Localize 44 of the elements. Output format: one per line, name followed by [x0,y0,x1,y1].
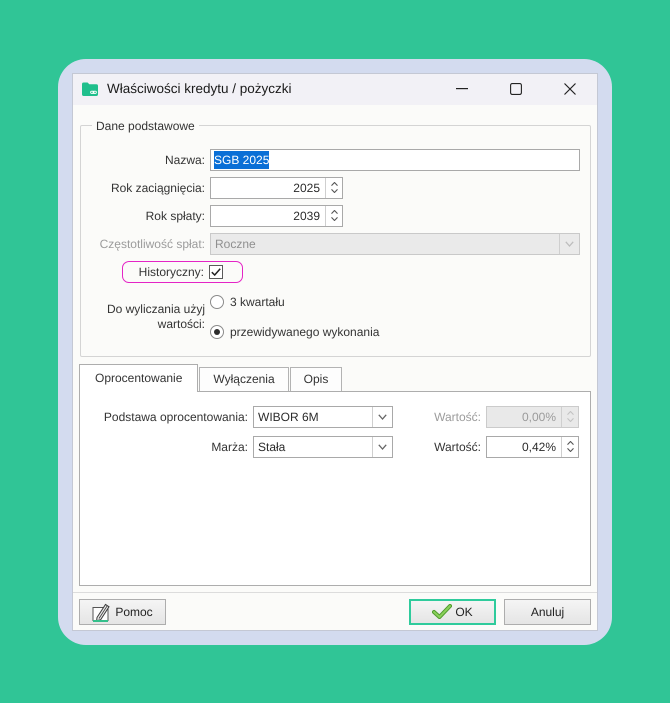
spin-field[interactable]: 2025 [210,176,343,199]
chevron-down-icon[interactable] [330,189,338,194]
ok-button[interactable]: OK [409,598,496,624]
field-label: Podstawa oprocentowania: [102,408,248,426]
cancel-button[interactable]: Anuluj [504,598,591,624]
field-label: Do wyliczania użyj wartości: [106,302,206,332]
tab[interactable]: Oprocentowanie [79,364,198,392]
group-title: Dane podstawowe [95,118,196,133]
field-label: Historyczny: [138,264,205,281]
tab[interactable]: Opis [290,366,342,391]
checkmark-icon [432,604,452,619]
radio-button[interactable] [210,324,224,339]
chevron-up-icon[interactable] [566,441,574,446]
radio-button[interactable] [210,294,224,309]
chevron-down-icon[interactable] [378,444,387,450]
notepad-pencil-icon [92,602,112,622]
chevron-up-icon[interactable] [330,210,338,214]
help-button[interactable]: Pomoc [79,598,166,624]
window-title: Właściwości kredytu / pożyczki [107,80,293,98]
radio-label: przewidywanego wykonania [230,324,380,341]
chevron-down-icon[interactable] [378,414,387,420]
field-label: Nazwa: [164,152,206,169]
folder-icon [82,82,98,96]
spin-field[interactable]: 0,42% [486,436,579,458]
text-field[interactable]: SGB 2025 [210,148,580,171]
tab[interactable]: Wyłączenia [199,366,289,391]
chevron-up-icon[interactable] [330,182,338,186]
field-label: Wartość: [433,438,481,456]
field-label: Rok zaciągnięcia: [110,180,206,197]
chevron-down-icon[interactable] [566,448,574,452]
field-label: Wartość: [433,408,481,426]
chevron-down-icon[interactable] [330,217,338,222]
field-label: Marża: [210,438,248,456]
dropdown[interactable]: WIBOR 6M [253,406,393,428]
checkbox[interactable] [209,264,223,279]
spin-field[interactable]: 2039 [210,204,343,227]
radio-label: 3 kwartału [230,294,285,311]
field-label: Rok spłaty: [144,208,206,225]
field-label: Częstotliwość spłat: [98,236,206,253]
dropdown[interactable]: Stała [253,436,393,458]
close-icon[interactable] [564,83,576,95]
checkmark-icon [211,268,221,276]
minimize-icon[interactable] [456,88,468,90]
maximize-icon[interactable] [510,83,522,95]
